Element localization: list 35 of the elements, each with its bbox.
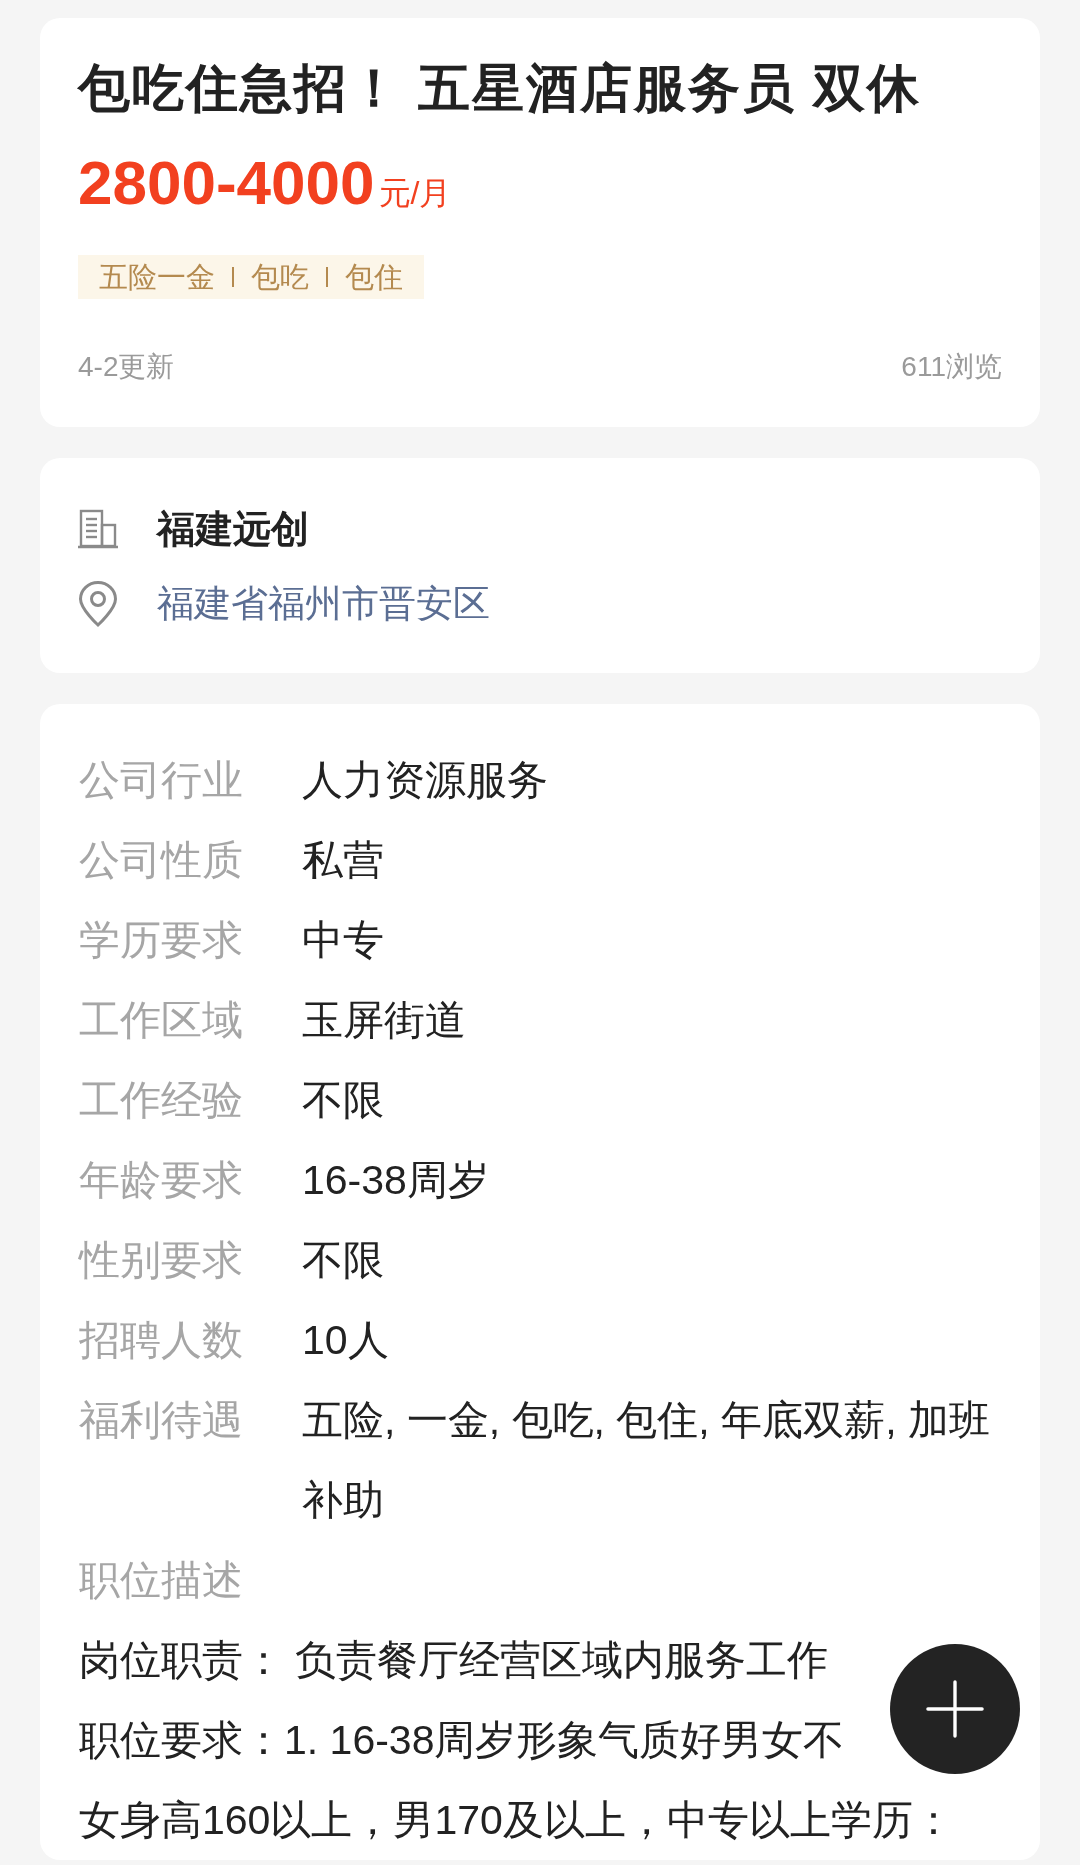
detail-label: 工作经验 [79, 1076, 243, 1125]
company-address[interactable]: 福建省福州市晋安区 [157, 576, 490, 632]
detail-value: 10人 [302, 1316, 389, 1365]
detail-label: 公司性质 [79, 836, 243, 885]
description-line: 岗位职责： 负责餐厅经营区域内服务工作 [79, 1636, 829, 1685]
detail-label: 学历要求 [79, 916, 243, 965]
benefit-tag: 包住 [328, 255, 420, 299]
detail-value: 不限 [302, 1076, 384, 1125]
detail-label: 福利待遇 [79, 1396, 243, 1445]
location-pin-icon [78, 581, 118, 627]
detail-value: 人力资源服务 [302, 756, 548, 805]
detail-value: 五险, 一金, 包吃, 包住, 年底双薪, 加班补助 [302, 1396, 991, 1525]
salary-amount: 2800-4000 [78, 148, 375, 218]
salary-unit: 元/月 [378, 174, 452, 213]
detail-value: 玉屏街道 [302, 996, 466, 1045]
update-date: 4-2更新 [78, 350, 175, 384]
job-title: 包吃住急招！ 五星酒店服务员 双休 [78, 58, 921, 118]
detail-label: 工作区域 [79, 996, 243, 1045]
section-label: 职位描述 [79, 1556, 243, 1605]
detail-value: 不限 [302, 1236, 384, 1285]
detail-label: 年龄要求 [79, 1156, 243, 1205]
description-line: 职位要求：1. 16-38周岁形象气质好男女不 [79, 1716, 845, 1765]
detail-label: 性别要求 [79, 1236, 243, 1285]
description-line: 女身高160以上，男170及以上，中专以上学历： [79, 1796, 954, 1845]
company-name[interactable]: 福建远创 [157, 501, 309, 557]
plus-icon [926, 1680, 984, 1738]
benefit-tag: 包吃 [234, 255, 326, 299]
view-count: 611浏览 [901, 350, 1002, 384]
detail-value: 16-38周岁 [302, 1156, 489, 1205]
benefit-tag: 五险一金 [82, 255, 232, 299]
detail-label: 公司行业 [79, 756, 243, 805]
detail-value: 中专 [302, 916, 384, 965]
building-icon [78, 509, 118, 549]
detail-value: 私营 [302, 836, 384, 885]
detail-label: 招聘人数 [79, 1316, 243, 1365]
